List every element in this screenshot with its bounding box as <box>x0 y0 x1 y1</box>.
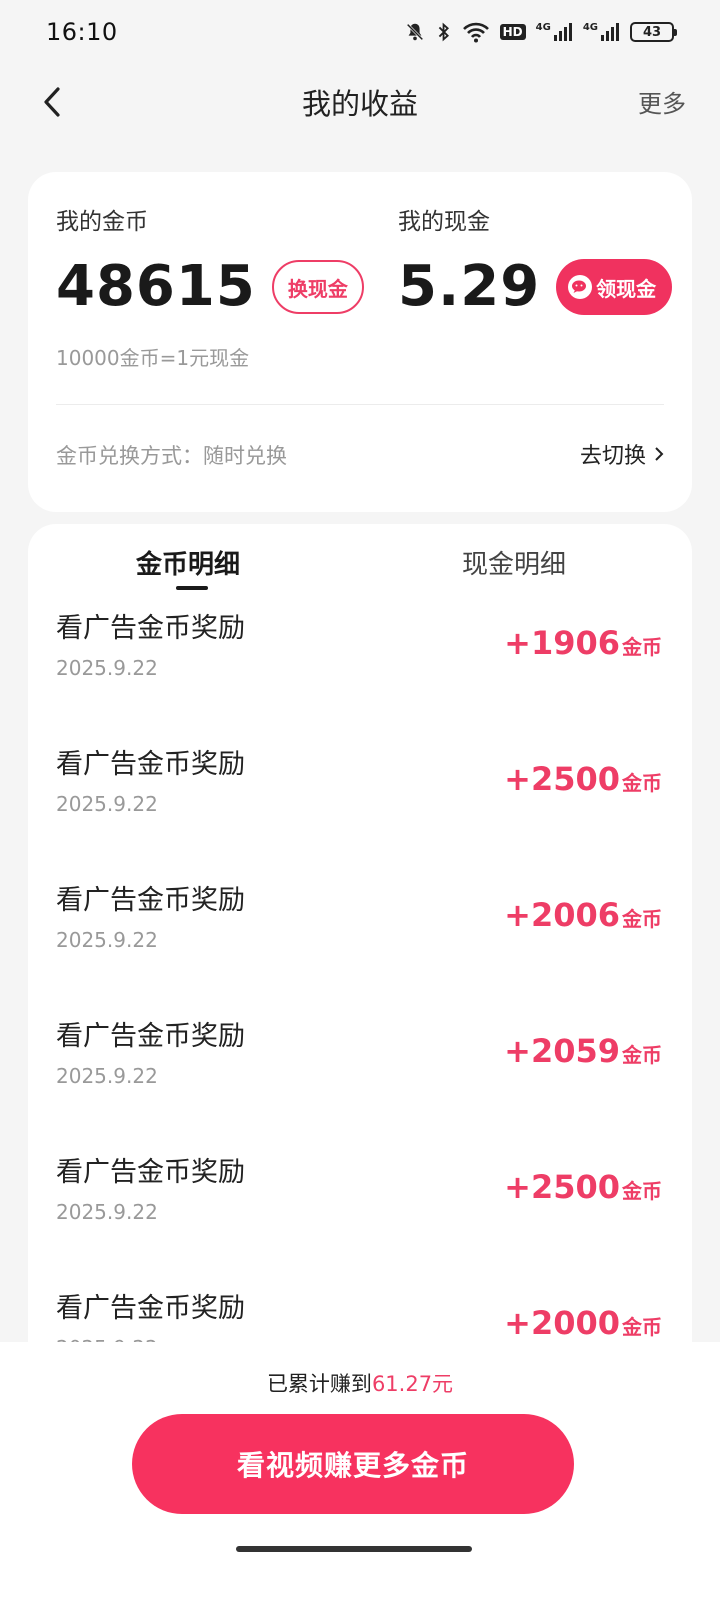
divider <box>56 404 664 405</box>
record-amount: +1906 金币 <box>504 624 662 662</box>
record-amount-value: +2000 <box>504 1304 620 1342</box>
bottom-panel: 已累计赚到61.27元 看视频赚更多金币 <box>0 1342 720 1600</box>
battery-icon: 43 <box>630 22 677 42</box>
record-title: 看广告金币奖励 <box>56 749 245 780</box>
record-amount-unit: 金币 <box>622 1179 662 1203</box>
record-amount-value: +2500 <box>504 760 620 798</box>
record-amount-unit: 金币 <box>622 907 662 931</box>
coins-wallet: 我的金币 48615 换现金 <box>56 202 364 320</box>
record-amount-value: +2059 <box>504 1032 620 1070</box>
record-title: 看广告金币奖励 <box>56 1021 245 1052</box>
cash-wallet: 我的现金 5.29 领现金 <box>398 202 673 320</box>
claim-cash-label: 领现金 <box>596 276 657 301</box>
nav-bar: 我的收益 更多 <box>0 64 720 140</box>
cash-amount: 5.29 <box>398 254 541 319</box>
earnings-summary-card: 我的金币 48615 换现金 我的现金 5.29 领现金 10000金币=1元现… <box>28 172 692 512</box>
coins-label: 我的金币 <box>56 209 148 235</box>
cash-label: 我的现金 <box>398 209 490 235</box>
record-amount-unit: 金币 <box>622 1043 662 1067</box>
record-date: 2025.9.22 <box>56 792 158 816</box>
page-title: 我的收益 <box>301 87 418 121</box>
network-type-label: 4G <box>535 22 551 33</box>
more-button[interactable]: 更多 <box>638 84 686 119</box>
status-bar: 16:10 HD 4G 4G 43 <box>0 0 720 64</box>
total-earned-prefix: 已累计赚到 <box>266 1372 372 1396</box>
network-type-label-2: 4G <box>582 22 598 33</box>
record-date: 2025.9.22 <box>56 656 158 680</box>
hd-badge: HD <box>499 24 526 40</box>
mute-bell-icon <box>404 21 426 43</box>
coins-amount: 48615 <box>56 254 256 319</box>
exchange-rate-text: 10000金币=1元现金 <box>56 346 250 370</box>
list-item: 看广告金币奖励 2025.9.22 +2006 金币 <box>28 878 692 1014</box>
record-amount-value: +1906 <box>504 624 620 662</box>
list-item: 看广告金币奖励 2025.9.22 +2059 金币 <box>28 1014 692 1150</box>
home-indicator[interactable] <box>236 1546 472 1552</box>
list-item: 看广告金币奖励 2025.9.22 +2500 金币 <box>28 742 692 878</box>
chevron-left-icon <box>44 87 60 117</box>
record-title: 看广告金币奖励 <box>56 1157 245 1188</box>
tab-coin-details[interactable]: 金币明细 <box>136 544 240 581</box>
detail-tabs: 金币明细 现金明细 <box>28 524 692 596</box>
record-title: 看广告金币奖励 <box>56 1293 245 1324</box>
record-amount-value: +2500 <box>504 1168 620 1206</box>
record-amount-unit: 金币 <box>622 635 662 659</box>
total-earned-value: 61.27元 <box>371 1372 454 1396</box>
status-icons: HD 4G 4G 43 <box>404 21 677 43</box>
switch-method-link[interactable]: 去切换 <box>580 438 664 470</box>
list-item: 看广告金币奖励 2025.9.22 +2500 金币 <box>28 1150 692 1286</box>
record-amount: +2500 金币 <box>504 760 662 798</box>
status-time: 16:10 <box>46 18 118 46</box>
record-date: 2025.9.22 <box>56 1200 158 1224</box>
record-date: 2025.9.22 <box>56 1064 158 1088</box>
record-amount: +2059 金币 <box>504 1032 662 1070</box>
list-item: 看广告金币奖励 2025.9.22 +1906 金币 <box>28 606 692 742</box>
bluetooth-icon <box>436 21 452 43</box>
tab-indicator <box>176 586 208 590</box>
record-amount: +2006 金币 <box>504 896 662 934</box>
back-button[interactable] <box>34 84 70 120</box>
watch-video-button[interactable]: 看视频赚更多金币 <box>132 1414 574 1514</box>
record-date: 2025.9.22 <box>56 928 158 952</box>
total-earned-text: 已累计赚到61.27元 <box>0 1368 720 1398</box>
record-amount-unit: 金币 <box>622 771 662 795</box>
exchange-method-text: 金币兑换方式：随时兑换 <box>56 444 287 468</box>
record-amount-value: +2006 <box>504 896 620 934</box>
detail-card: 金币明细 现金明细 看广告金币奖励 2025.9.22 +1906 金币 看广告… <box>28 524 692 1424</box>
exchange-cash-button[interactable]: 换现金 <box>271 260 364 314</box>
wifi-icon <box>462 21 490 43</box>
record-amount: +2500 金币 <box>504 1168 662 1206</box>
record-amount: +2000 金币 <box>504 1304 662 1342</box>
chevron-right-icon <box>655 447 664 461</box>
tab-cash-details[interactable]: 现金明细 <box>462 544 566 581</box>
switch-method-label: 去切换 <box>579 444 646 469</box>
record-title: 看广告金币奖励 <box>56 885 245 916</box>
record-title: 看广告金币奖励 <box>56 613 245 644</box>
record-amount-unit: 金币 <box>622 1315 662 1339</box>
signal-icon: 4G <box>536 22 573 42</box>
wechat-icon <box>568 275 593 299</box>
claim-cash-button[interactable]: 领现金 <box>556 259 673 315</box>
signal-icon-2: 4G <box>583 22 620 42</box>
